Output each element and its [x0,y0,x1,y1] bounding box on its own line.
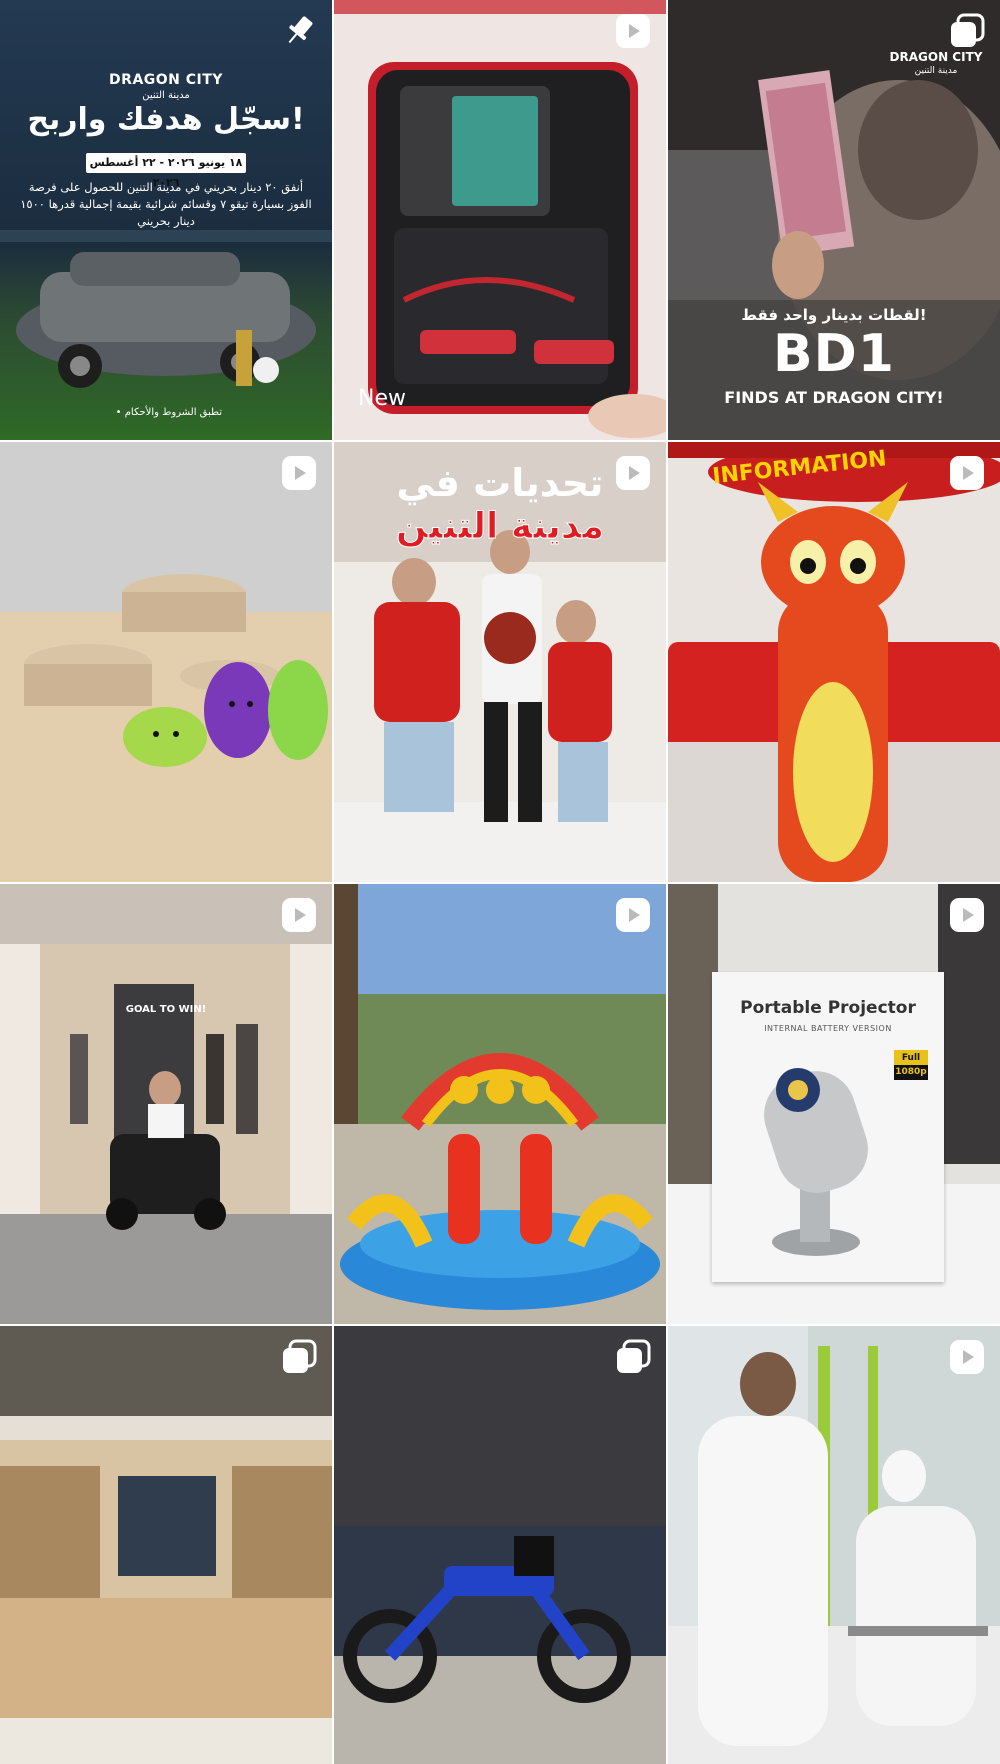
post-tile-11[interactable] [334,1326,666,1764]
post-tile-9[interactable]: Portable Projector INTERNAL BATTERY VERS… [668,884,1000,1324]
pin-icon [280,12,318,50]
post-9-product-subtitle: INTERNAL BATTERY VERSION [764,1024,892,1033]
post-tile-6[interactable]: INFORMATION [668,442,1000,882]
post-9-hd-res: 1080p [894,1065,928,1080]
post-3-headline-sub: FINDS AT DRAGON CITY! [724,388,944,407]
post-1-brand: DRAGON CITY [109,72,223,88]
post-12-image [668,1326,1000,1764]
post-7-image [0,884,332,1324]
post-1-date-range: ١٨ يونيو ٢٠٢٦ - ٢٢ أغسطس ٢٠٢٦ [86,153,246,189]
post-8-image [334,884,666,1324]
post-grid: DRAGON CITY مدينة التنين سجّل هدفك واربح… [0,0,1000,1764]
post-1-terms: • تطبق الشروط والأحكام [115,407,222,418]
post-3-brand: DRAGON CITY [889,50,983,64]
post-2-caption: New [358,386,406,411]
reel-icon [948,454,986,492]
post-tile-3[interactable]: DRAGON CITY مدينة التنين لقطات بدينار وا… [668,0,1000,440]
post-10-image [0,1326,332,1764]
post-5-title-line2: مدينة التنين [395,506,604,548]
post-6-image [668,442,1000,882]
post-tile-5[interactable]: تحديات في مدينة التنين [334,442,666,882]
post-3-brand-ar: مدينة التنين [914,66,958,76]
reel-icon [614,454,652,492]
post-2-image [334,0,666,440]
reel-icon [614,12,652,50]
post-tile-2[interactable]: New [334,0,666,440]
post-4-image [0,442,332,882]
post-3-headline-ar: لقطات بدينار واحد فقط! [741,306,927,324]
reel-icon [614,896,652,934]
post-1-description: أنفق ٢٠ دينار بحريني في مدينة التنين للح… [20,180,312,228]
projector-illustration [764,1068,868,1256]
post-tile-1[interactable]: DRAGON CITY مدينة التنين سجّل هدفك واربح… [0,0,332,440]
post-tile-12[interactable] [668,1326,1000,1764]
carousel-icon [280,1338,318,1376]
reel-icon [280,454,318,492]
post-3-headline-big: BD1 [773,324,895,384]
post-tile-10[interactable] [0,1326,332,1764]
post-7-sign: GOAL TO WIN! [125,1004,207,1015]
reel-icon [948,896,986,934]
post-1-brand-ar: مدينة التنين [142,90,190,101]
post-tile-8[interactable] [334,884,666,1324]
post-tile-4[interactable] [0,442,332,882]
reel-icon [948,1338,986,1376]
reel-icon [280,896,318,934]
carousel-icon [614,1338,652,1376]
carousel-icon [948,12,986,50]
post-1-headline: سجّل هدفك واربح! [27,102,305,137]
post-tile-7[interactable]: GOAL TO WIN! [0,884,332,1324]
post-9-product-title: Portable Projector [740,998,916,1018]
post-11-image [334,1326,666,1764]
projector-box: Portable Projector INTERNAL BATTERY VERS… [712,972,944,1282]
